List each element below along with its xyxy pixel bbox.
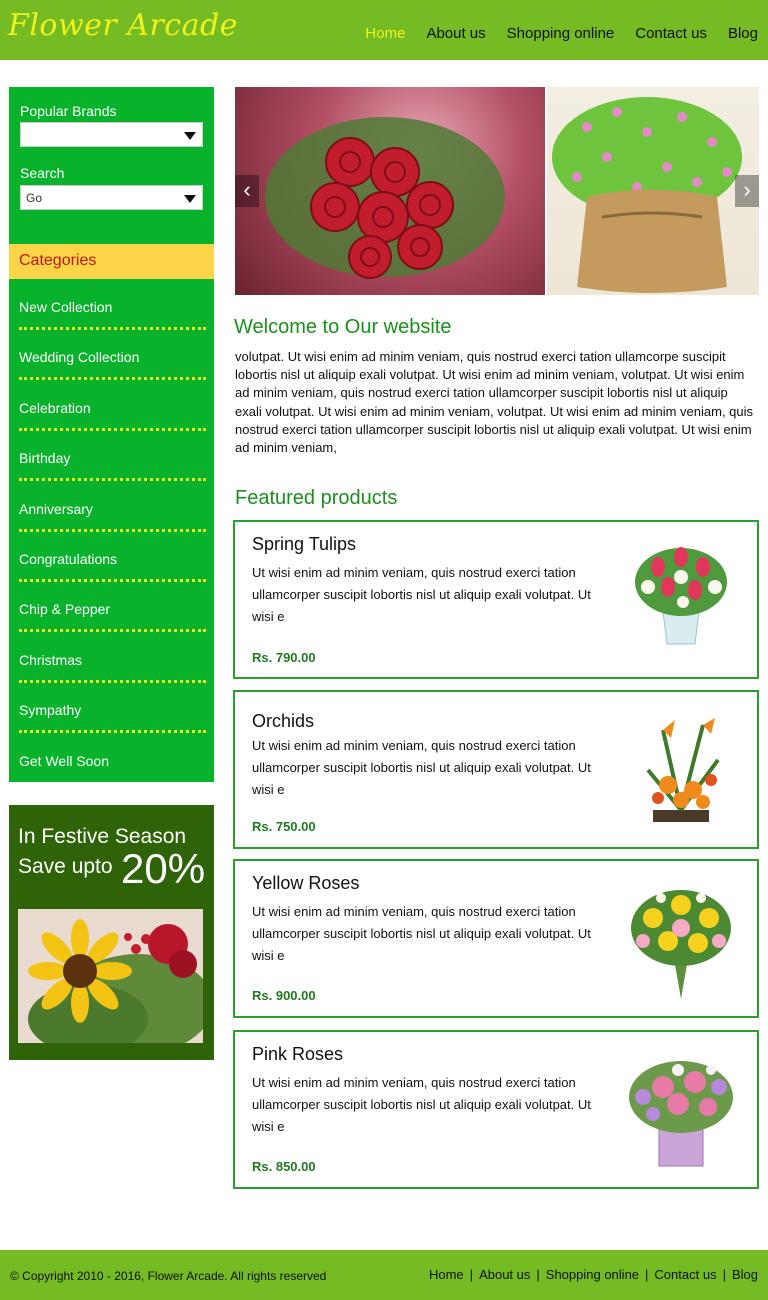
product-card[interactable]: Spring Tulips Ut wisi enim ad minim veni… <box>233 520 759 679</box>
product-price: Rs. 750.00 <box>252 819 316 834</box>
promo-sunflower-image <box>18 909 203 1043</box>
category-item[interactable]: Birthday <box>9 430 214 481</box>
hero-slider: ‹ › <box>235 87 759 295</box>
footer-link-shopping[interactable]: Shopping online <box>546 1267 639 1282</box>
product-name[interactable]: Yellow Roses <box>252 873 359 894</box>
product-price: Rs. 850.00 <box>252 1159 316 1174</box>
product-name[interactable]: Spring Tulips <box>252 534 356 555</box>
category-item[interactable]: New Collection <box>9 279 214 330</box>
product-description: Ut wisi enim ad minim veniam, quis nostr… <box>252 1075 591 1134</box>
category-label: Celebration <box>19 400 91 416</box>
category-item[interactable]: Chip & Pepper <box>9 581 214 632</box>
category-label: Congratulations <box>19 551 118 567</box>
category-label: Christmas <box>19 652 83 668</box>
footer-separator: | <box>536 1267 540 1282</box>
featured-title: Featured products <box>235 487 398 509</box>
nav-about[interactable]: About us <box>426 25 485 42</box>
chevron-left-icon: ‹ <box>243 177 251 202</box>
category-item[interactable]: Congratulations <box>9 531 214 582</box>
category-label: New Collection <box>19 299 113 315</box>
categories-header: Categories <box>9 244 214 279</box>
nav-contact[interactable]: Contact us <box>635 25 707 42</box>
footer-nav: Home | About us | Shopping online | Cont… <box>429 1267 758 1282</box>
category-label: Chip & Pepper <box>19 601 111 617</box>
categories-title: Categories <box>19 252 97 269</box>
category-item[interactable]: Get Well Soon <box>9 733 214 783</box>
category-label: Anniversary <box>19 501 93 517</box>
footer-separator: | <box>645 1267 649 1282</box>
slide-red-roses-image <box>235 87 545 295</box>
footer-separator: | <box>722 1267 726 1282</box>
footer-link-contact[interactable]: Contact us <box>654 1267 716 1282</box>
slider-next-button[interactable]: › <box>735 175 759 207</box>
footer-link-blog[interactable]: Blog <box>732 1267 758 1282</box>
product-card[interactable]: Yellow Roses Ut wisi enim ad minim venia… <box>233 859 759 1018</box>
footer-separator: | <box>469 1267 474 1282</box>
search-label: Search <box>20 165 65 181</box>
main-nav: Home About us Shopping online Contact us… <box>365 25 758 42</box>
product-description: Ut wisi enim ad minim veniam, quis nostr… <box>252 904 591 963</box>
category-item[interactable]: Sympathy <box>9 682 214 733</box>
category-item[interactable]: Wedding Collection <box>9 329 214 380</box>
welcome-title: Welcome to Our website <box>234 316 452 338</box>
product-price: Rs. 790.00 <box>252 650 316 665</box>
category-item[interactable]: Christmas <box>9 632 214 683</box>
category-item[interactable]: Celebration <box>9 380 214 431</box>
nav-blog[interactable]: Blog <box>728 25 758 42</box>
product-price: Rs. 900.00 <box>252 988 316 1003</box>
site-logo[interactable]: Flower Arcade <box>8 8 238 43</box>
slider-prev-button[interactable]: ‹ <box>235 175 259 207</box>
welcome-text: volutpat. Ut wisi enim ad minim veniam, … <box>235 349 754 456</box>
product-name[interactable]: Orchids <box>252 711 314 732</box>
search-select-value: Go <box>26 191 43 205</box>
categories-list: New Collection Wedding Collection Celebr… <box>9 279 214 782</box>
footer-link-home[interactable]: Home <box>429 1267 464 1282</box>
product-description: Ut wisi enim ad minim veniam, quis nostr… <box>252 565 591 624</box>
category-label: Sympathy <box>19 702 82 718</box>
slide-basket-bouquet-image <box>547 87 759 295</box>
festive-promo[interactable]: In Festive Season Save upto 20% <box>9 805 214 1060</box>
site-header: Flower Arcade Home About us Shopping onl… <box>0 0 768 60</box>
product-description: Ut wisi enim ad minim veniam, quis nostr… <box>252 738 591 797</box>
promo-discount: 20% <box>121 845 206 892</box>
dropdown-arrow-icon <box>184 132 196 140</box>
site-footer: © Copyright 2010 - 2016, Flower Arcade. … <box>0 1250 768 1300</box>
nav-shopping[interactable]: Shopping online <box>507 25 615 42</box>
category-label: Get Well Soon <box>19 753 110 769</box>
sidebar-filters: Popular Brands Search Go <box>9 87 214 244</box>
brands-label: Popular Brands <box>20 103 117 119</box>
dropdown-arrow-icon <box>184 195 196 203</box>
search-select[interactable]: Go <box>20 185 203 210</box>
promo-line-2: Save upto <box>18 855 113 878</box>
category-label: Birthday <box>19 450 71 466</box>
category-label: Wedding Collection <box>19 349 140 365</box>
footer-link-about[interactable]: About us <box>479 1267 530 1282</box>
product-name[interactable]: Pink Roses <box>252 1044 343 1065</box>
copyright-text: © Copyright 2010 - 2016, Flower Arcade. … <box>10 1269 327 1283</box>
product-card[interactable]: Pink Roses Ut wisi enim ad minim veniam,… <box>233 1030 759 1189</box>
chevron-right-icon: › <box>743 177 751 202</box>
category-item[interactable]: Anniversary <box>9 481 214 532</box>
nav-home[interactable]: Home <box>365 25 405 42</box>
brands-select[interactable] <box>20 122 203 147</box>
product-image-yellow-roses[interactable] <box>623 883 739 999</box>
product-card[interactable]: Orchids Ut wisi enim ad minim veniam, qu… <box>233 690 759 849</box>
product-image-pink-roses[interactable] <box>623 1052 739 1168</box>
product-image-tulips[interactable] <box>623 532 739 648</box>
product-image-orchids[interactable] <box>623 710 739 826</box>
